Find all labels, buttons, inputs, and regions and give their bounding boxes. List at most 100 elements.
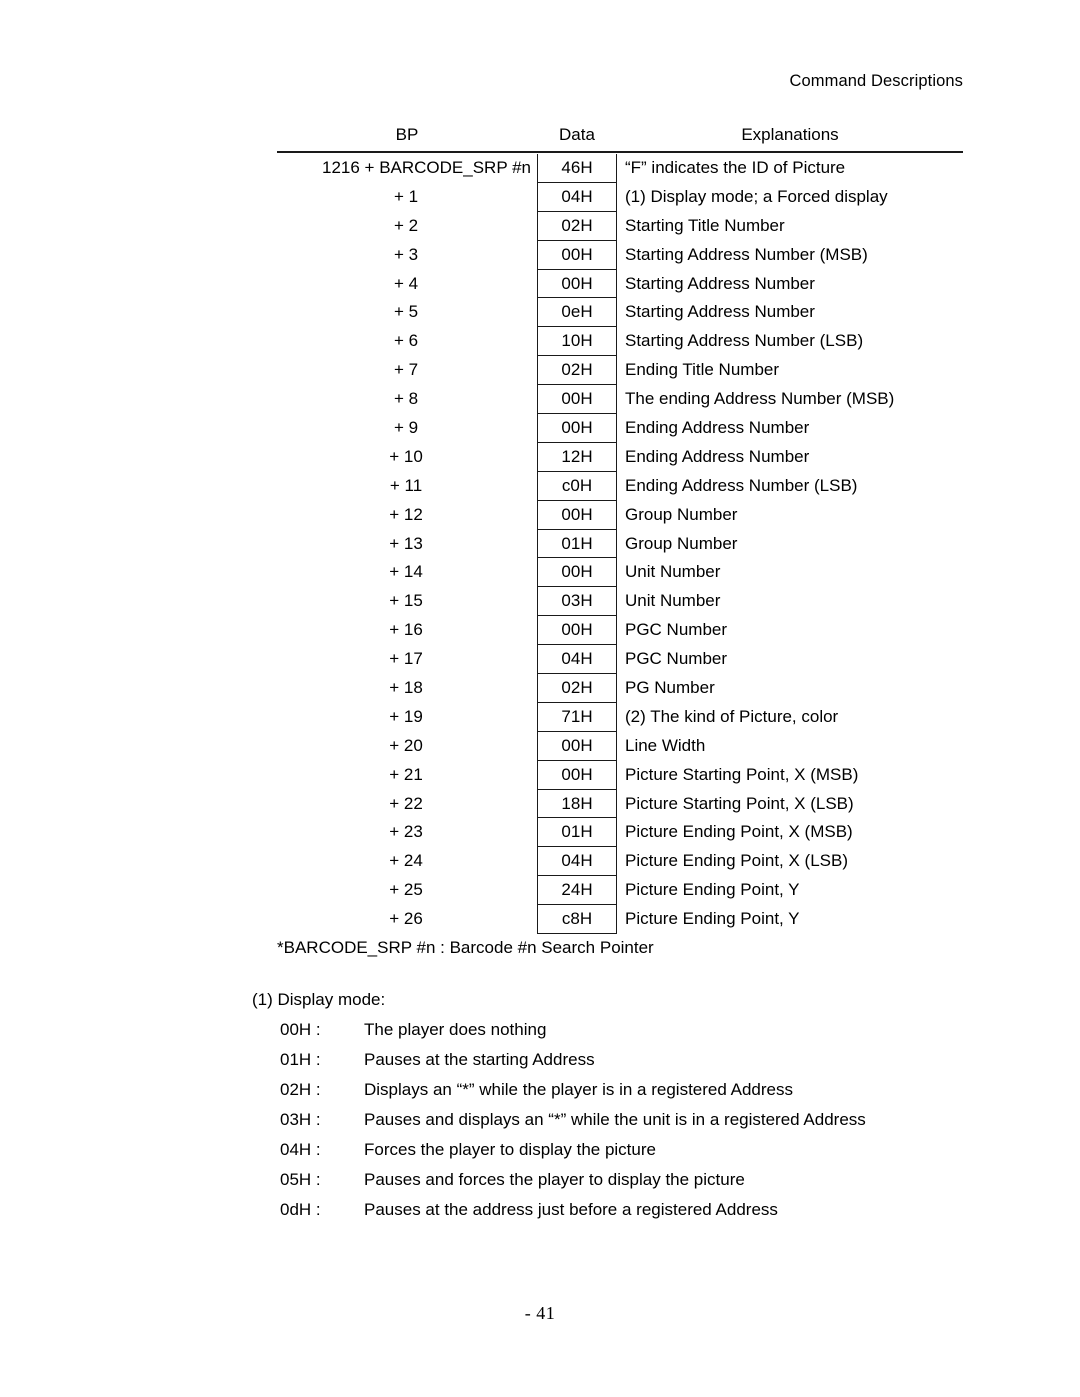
- table-row: + 26 c8H Picture Ending Point, Y: [277, 905, 963, 935]
- cell-bp: + 10: [389, 446, 423, 466]
- cell-bp: + 25: [389, 880, 423, 900]
- cell-bp: + 23: [389, 822, 423, 842]
- display-mode-entry: 00H : The player does nothing: [252, 1015, 1012, 1045]
- cell-data: 03H: [537, 587, 617, 617]
- table-row: + 15 03H Unit Number: [277, 587, 963, 617]
- table-row: + 8 00H The ending Address Number (MSB): [277, 385, 963, 415]
- cell-bp: + 19: [389, 706, 423, 726]
- cell-explanation: Picture Ending Point, Y: [625, 909, 800, 929]
- table-row: + 4 00H Starting Address Number: [277, 269, 963, 299]
- table-row: + 18 02H PG Number: [277, 674, 963, 703]
- table-row: + 11 c0H Ending Address Number (LSB): [277, 471, 963, 501]
- cell-explanation: Starting Address Number: [625, 273, 815, 293]
- table-row: + 10 12H Ending Address Number: [277, 442, 963, 472]
- display-mode-description: Pauses at the starting Address: [364, 1050, 595, 1069]
- cell-bp: + 11: [389, 475, 423, 495]
- cell-explanation: Picture Starting Point, X (LSB): [625, 793, 854, 813]
- cell-bp: + 18: [389, 678, 423, 698]
- cell-explanation: Group Number: [625, 504, 738, 524]
- cell-explanation: Line Width: [625, 735, 706, 755]
- cell-data: c8H: [537, 905, 617, 935]
- column-header-data: Data: [559, 125, 595, 144]
- cell-data: 00H: [537, 731, 617, 761]
- cell-data: 01H: [537, 529, 617, 559]
- display-mode-description: Forces the player to display the picture: [364, 1140, 656, 1159]
- cell-bp: + 6: [393, 331, 419, 351]
- cell-data: 71H: [537, 702, 617, 732]
- table-header-rule: [277, 151, 963, 153]
- table-row: + 24 04H Picture Ending Point, X (LSB): [277, 847, 963, 877]
- table-row: + 21 00H Picture Starting Point, X (MSB): [277, 760, 963, 790]
- table-row: + 25 24H Picture Ending Point, Y: [277, 876, 963, 906]
- cell-data: 10H: [537, 327, 617, 357]
- cell-bp: + 12: [389, 504, 423, 524]
- table-row: + 5 0eH Starting Address Number: [277, 298, 963, 328]
- cell-data: 00H: [537, 414, 617, 443]
- cell-bp: + 24: [389, 851, 423, 871]
- running-head: Command Descriptions: [789, 72, 963, 90]
- cell-bp: + 20: [389, 735, 423, 755]
- cell-data: 00H: [537, 558, 617, 588]
- table-row: + 1 04H (1) Display mode; a Forced display: [277, 182, 963, 212]
- display-mode-entry: 05H : Pauses and forces the player to dis…: [252, 1165, 1012, 1195]
- cell-data: 00H: [537, 240, 617, 270]
- command-parameter-table: BP Data Explanations 1216 + BARCODE_SRP …: [277, 125, 963, 935]
- cell-data: 00H: [537, 385, 617, 415]
- table-row: + 9 00H Ending Address Number: [277, 414, 963, 443]
- display-mode-code: 02H :: [280, 1080, 321, 1099]
- table-row: + 16 00H PGC Number: [277, 616, 963, 646]
- cell-explanation: The ending Address Number (MSB): [625, 389, 895, 409]
- cell-explanation: Starting Address Number (MSB): [625, 244, 868, 264]
- display-mode-code: 00H :: [280, 1020, 321, 1039]
- page-number: - 41: [524, 1303, 556, 1323]
- cell-data: 01H: [537, 818, 617, 848]
- cell-explanation: “F” indicates the ID of Picture: [625, 158, 846, 177]
- table-row: + 22 18H Picture Starting Point, X (LSB): [277, 789, 963, 819]
- cell-explanation: (2) The kind of Picture, color: [625, 706, 839, 726]
- cell-explanation: Picture Ending Point, X (MSB): [625, 822, 853, 842]
- cell-data: 02H: [537, 674, 617, 703]
- display-mode-entry: 03H : Pauses and displays an “*” while th…: [252, 1105, 1012, 1135]
- table-row: + 20 00H Line Width: [277, 731, 963, 761]
- cell-explanation: Ending Title Number: [625, 360, 780, 380]
- display-mode-description: Pauses and displays an “*” while the uni…: [364, 1110, 866, 1129]
- cell-explanation: Starting Address Number: [625, 302, 815, 322]
- table-row: + 23 01H Picture Ending Point, X (MSB): [277, 818, 963, 848]
- cell-explanation: Picture Ending Point, Y: [625, 880, 800, 900]
- cell-bp: + 2: [393, 215, 419, 235]
- cell-explanation: Starting Title Number: [625, 215, 785, 235]
- table-row: + 6 10H Starting Address Number (LSB): [277, 327, 963, 357]
- cell-bp: + 26: [389, 909, 423, 929]
- cell-bp: + 8: [393, 389, 419, 409]
- table-row: + 19 71H (2) The kind of Picture, color: [277, 702, 963, 732]
- cell-bp: + 9: [393, 418, 419, 438]
- cell-explanation: Unit Number: [625, 591, 721, 611]
- table-footnote: *BARCODE_SRP #n : Barcode #n Search Poin…: [277, 938, 654, 957]
- cell-explanation: Picture Starting Point, X (MSB): [625, 764, 859, 784]
- table-row: 1216 + BARCODE_SRP #n 46H “F” indicates th…: [277, 154, 963, 183]
- table-header-row: BP Data Explanations: [277, 125, 963, 153]
- cell-explanation: Unit Number: [625, 562, 721, 582]
- table-row: + 7 02H Ending Title Number: [277, 356, 963, 386]
- cell-explanation: Ending Address Number: [625, 418, 810, 438]
- cell-data: 00H: [537, 500, 617, 530]
- cell-bp: + 5: [393, 302, 419, 322]
- cell-data: 46H: [537, 154, 617, 183]
- cell-explanation: Ending Address Number: [625, 446, 810, 466]
- cell-bp: + 14: [389, 562, 423, 582]
- cell-data: c0H: [537, 471, 617, 501]
- cell-explanation: Starting Address Number (LSB): [625, 331, 864, 351]
- cell-data: 04H: [537, 182, 617, 212]
- display-mode-entry: 02H : Displays an “*” while the player is…: [252, 1075, 1012, 1105]
- table-row: + 13 01H Group Number: [277, 529, 963, 559]
- cell-bp: + 7: [393, 360, 419, 380]
- display-mode-description: Pauses and forces the player to display …: [364, 1170, 745, 1189]
- cell-explanation: (1) Display mode; a Forced display: [625, 186, 888, 206]
- table-row: + 2 02H Starting Title Number: [277, 211, 963, 241]
- column-header-explanations: Explanations: [741, 125, 839, 144]
- cell-explanation: PGC Number: [625, 649, 728, 669]
- display-mode-entry: 0dH : Pauses at the address just before a…: [252, 1195, 1012, 1225]
- cell-bp: + 22: [389, 793, 423, 813]
- display-mode-description: Displays an “*” while the player is in a…: [364, 1080, 793, 1099]
- cell-data: 02H: [537, 356, 617, 386]
